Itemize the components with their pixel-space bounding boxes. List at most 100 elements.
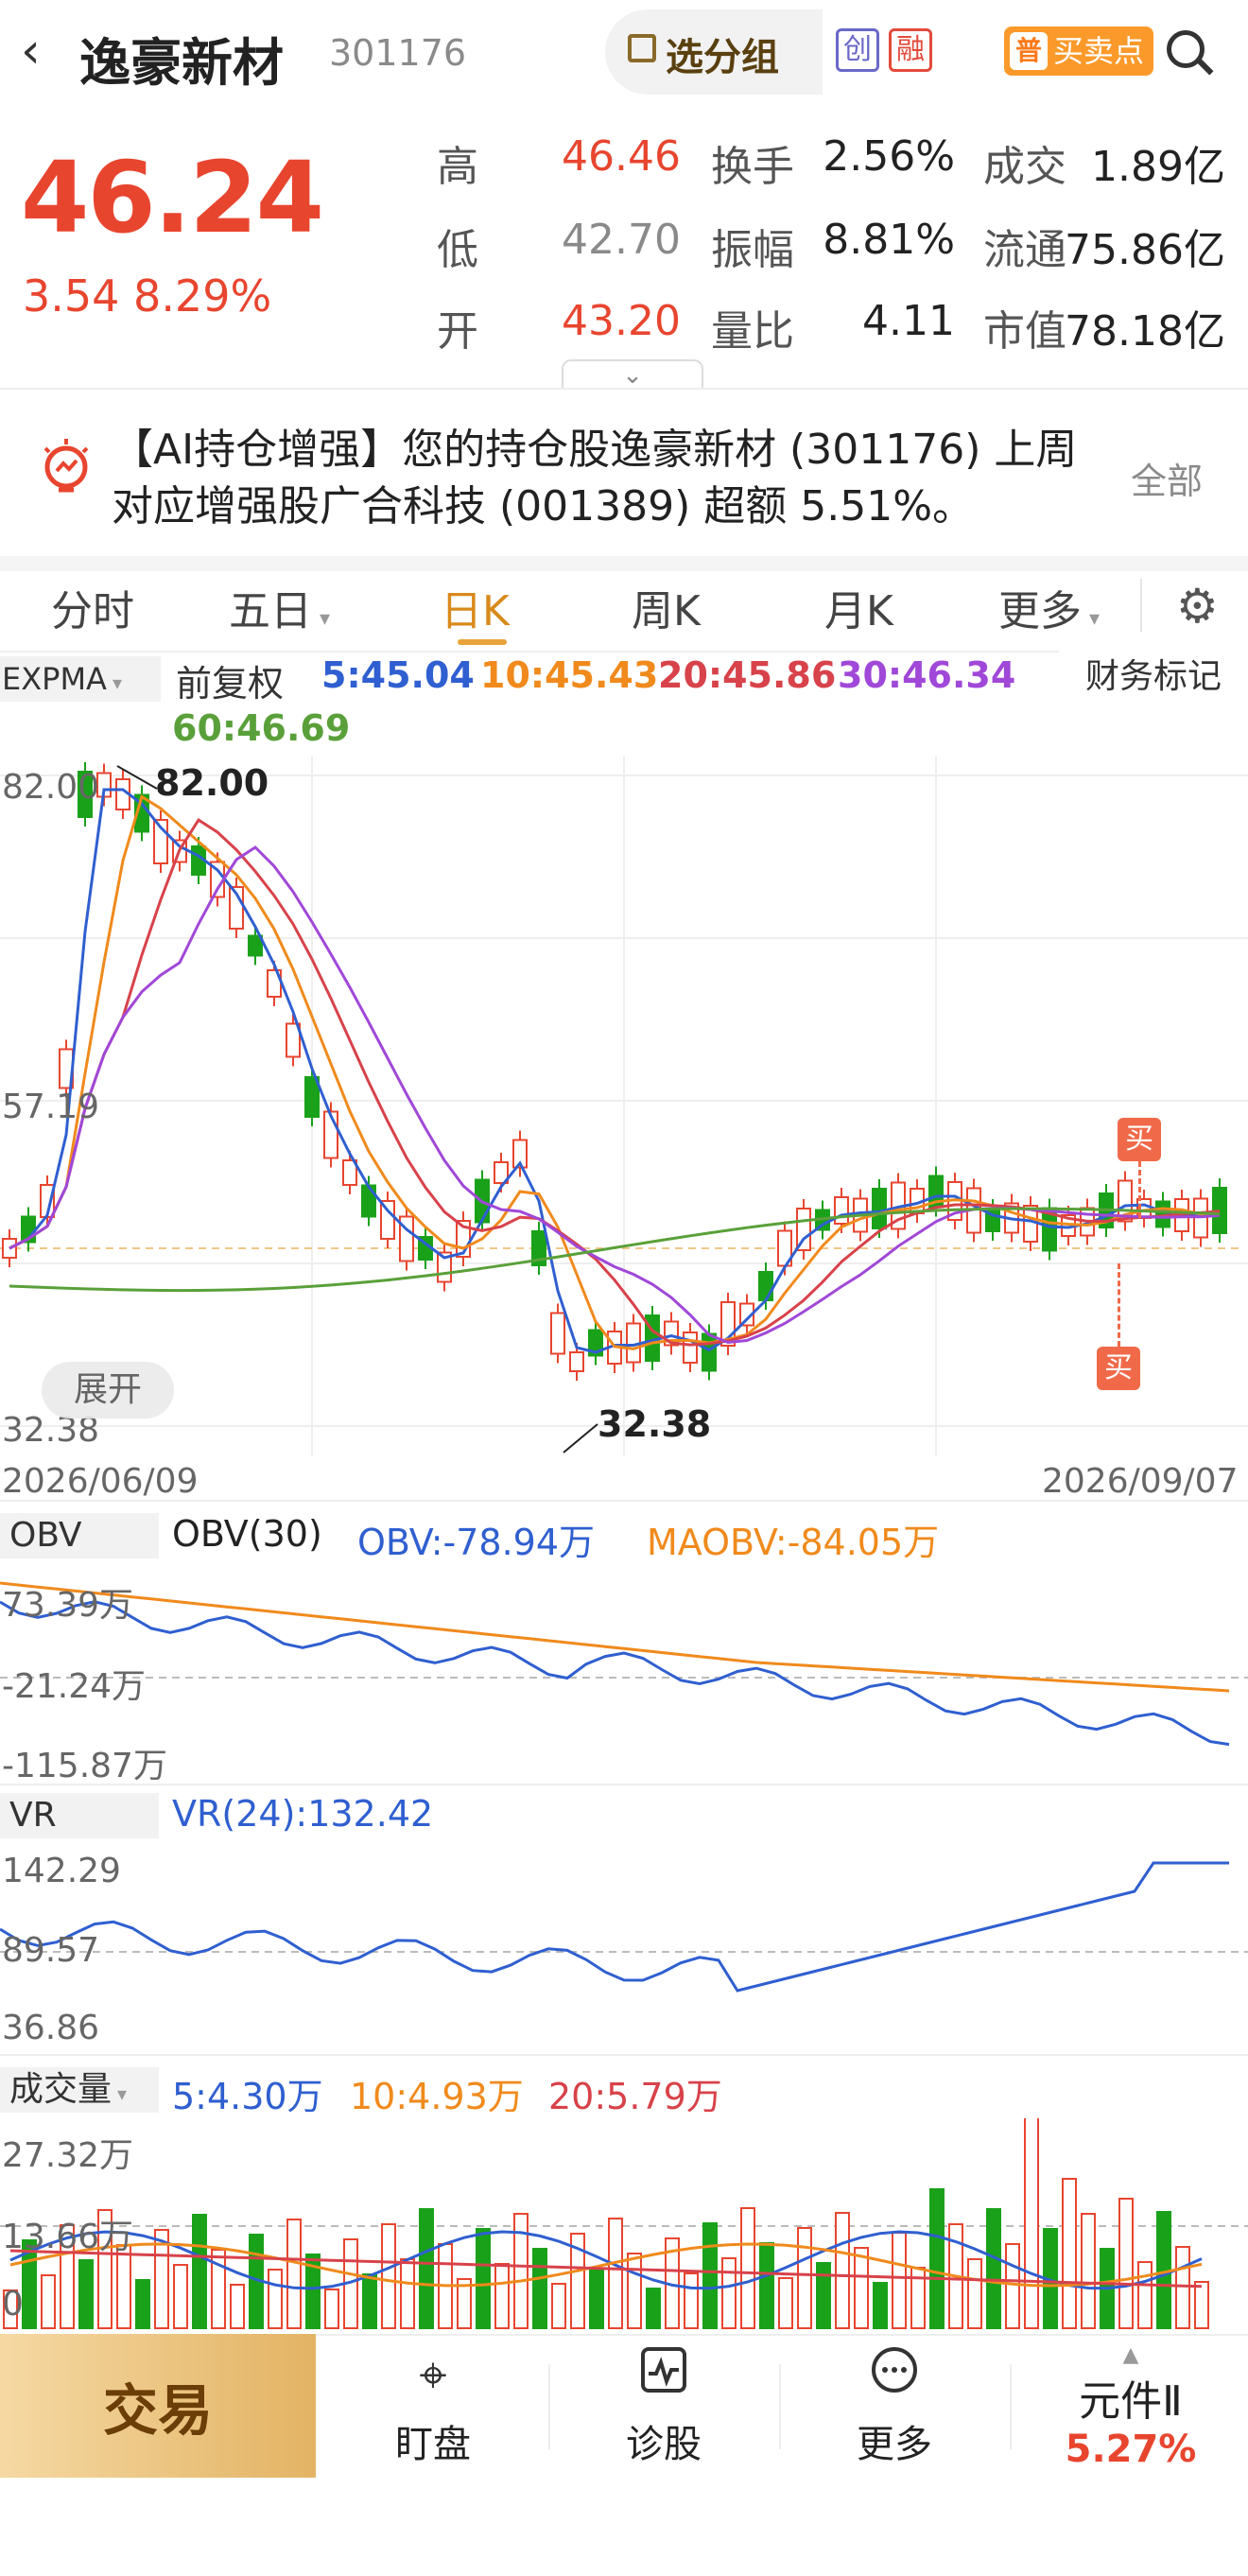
divider: [0, 2054, 1248, 2056]
obv-y-top: 73.39万: [2, 1586, 134, 1625]
expma-20-legend: 20:45.86: [658, 654, 837, 696]
buy-signal-bottom[interactable]: 买: [1097, 1347, 1140, 1390]
nav-watch[interactable]: ⌖ 盯盘: [338, 2345, 528, 2468]
volume-bar: [835, 2212, 850, 2329]
widget-indicator[interactable]: ▲ 元件Ⅱ 5.27%: [1027, 2343, 1235, 2471]
vol-ma20: 20:5.79万: [548, 2076, 722, 2117]
current-price: 46.24: [21, 140, 324, 255]
value-amount: 1.89亿: [1091, 143, 1225, 191]
vol-ma10: 10:4.93万: [350, 2076, 524, 2117]
volume-tag-label: 成交量: [9, 2070, 113, 2109]
value-float-cap: 75.86亿: [1065, 226, 1225, 274]
obv-tag-label: OBV: [9, 1516, 82, 1555]
label-vol-ratio: 量比: [711, 307, 794, 356]
y-axis-top: 82.00: [2, 768, 100, 807]
volume-bar: [986, 2208, 1001, 2329]
volume-bar: [532, 2248, 547, 2329]
change-value: 3.54: [23, 270, 120, 322]
kline-chart[interactable]: [0, 757, 1248, 1456]
expand-quote-tab[interactable]: ⌄: [562, 359, 703, 390]
vol-y-mid: 13.66万: [2, 2218, 134, 2256]
tab-daily-k[interactable]: 日K: [441, 577, 510, 637]
tab-monthly-k[interactable]: 月K: [824, 577, 893, 637]
active-tab-indicator: [458, 639, 507, 645]
checkbox-icon: [628, 34, 656, 62]
expma-5-legend: 5:45.04: [321, 654, 475, 696]
tab-more-label: 更多: [998, 587, 1082, 635]
vr-y-bottom: 36.86: [2, 2009, 100, 2047]
volume-bar: [646, 2288, 661, 2329]
indicator-select[interactable]: EXPMA ▾: [0, 656, 161, 702]
date-end: 2026/09/07: [1042, 1462, 1239, 1501]
volume-bar: [513, 2213, 529, 2329]
expma-30-legend: 30:46.34: [838, 654, 1016, 696]
volume-indicator-select[interactable]: 成交量 ▾: [0, 2067, 159, 2113]
volume-bar: [740, 2207, 755, 2329]
label-turnover: 换手: [711, 143, 794, 191]
candle: [758, 1271, 773, 1301]
label-amount: 成交: [983, 143, 1066, 191]
volume-bar: [78, 2259, 94, 2329]
volume-bar: [684, 2272, 699, 2329]
obv-title: OBV(30): [172, 1513, 322, 1555]
stock-name: 逸豪新材: [79, 33, 284, 93]
finance-mark-button[interactable]: 财务标记: [1059, 649, 1248, 705]
vr-chart: [0, 1861, 1248, 1993]
label-open: 开: [437, 307, 478, 356]
volume-bar: [400, 2258, 415, 2329]
obv-value: OBV:-78.94万: [357, 1522, 596, 1563]
label-amplitude: 振幅: [711, 226, 794, 274]
volume-bar: [1194, 2281, 1209, 2329]
maobv-value: MAOBV:-84.05万: [647, 1522, 940, 1563]
trade-label: 交易: [102, 2378, 213, 2443]
bulb-icon: [43, 439, 89, 493]
adjust-mode[interactable]: 前复权: [176, 654, 284, 706]
vr-value: VR(24):132.42: [172, 1793, 434, 1835]
expma-60-legend: 60:46.69: [172, 707, 351, 749]
label-low: 低: [437, 226, 478, 274]
pulse-icon: [569, 2345, 758, 2406]
volume-bar: [286, 2219, 302, 2329]
volume-bar: [702, 2222, 718, 2329]
tab-more[interactable]: 更多 ▾: [998, 577, 1100, 637]
back-icon[interactable]: ‹: [21, 26, 41, 76]
unfold-button[interactable]: 展开: [42, 1362, 174, 1419]
volume-bar: [1137, 2261, 1153, 2329]
ai-news-text[interactable]: 【AI持仓增强】您的持仓股逸豪新材 (301176) 上周对应增强股广合科技 (…: [112, 422, 1114, 535]
obv-y-bottom: -115.87万: [2, 1747, 167, 1785]
volume-bar: [551, 2283, 566, 2329]
buysell-badge-icon: 普: [1010, 32, 1048, 70]
volume-bar: [494, 2263, 510, 2329]
section-divider: [0, 556, 1248, 571]
ema-line: [9, 845, 1221, 1345]
tab-five-day[interactable]: 五日 ▾: [229, 577, 330, 637]
buy-signal-top[interactable]: 买: [1118, 1118, 1161, 1161]
volume-bar: [1005, 2243, 1020, 2329]
volume-bar: [419, 2208, 434, 2329]
ai-news-all-link[interactable]: 全部: [1131, 452, 1203, 504]
obv-indicator-select[interactable]: OBV: [0, 1513, 159, 1558]
gear-icon[interactable]: ⚙: [1176, 579, 1219, 634]
tab-weekly-k[interactable]: 周K: [632, 577, 701, 637]
candle: [872, 1188, 887, 1229]
more-icon: [800, 2345, 989, 2406]
widget-percent: 5.27%: [1065, 2428, 1197, 2471]
vol-ma5: 5:4.30万: [172, 2076, 323, 2117]
target-icon: ⌖: [419, 2347, 447, 2404]
vr-indicator-select[interactable]: VR: [0, 1793, 159, 1838]
tab-intraday[interactable]: 分时: [51, 577, 134, 637]
label-float-cap: 流通: [983, 226, 1066, 274]
nav-more[interactable]: 更多: [800, 2345, 989, 2468]
value-turnover: 2.56%: [823, 132, 955, 181]
nav-diagnose[interactable]: 诊股: [569, 2345, 758, 2468]
divider: [0, 388, 1248, 390]
nav-separator: [1010, 2364, 1012, 2449]
divider: [0, 1500, 1248, 1502]
volume-bar: [192, 2214, 207, 2329]
chevron-up-icon: ▲: [1122, 2343, 1139, 2367]
nav-watch-label: 盯盘: [395, 2423, 471, 2466]
volume-bar: [873, 2282, 888, 2329]
volume-bar: [759, 2242, 774, 2329]
expma-10-legend: 10:45.43: [480, 654, 659, 696]
tab-separator: [1140, 579, 1142, 632]
